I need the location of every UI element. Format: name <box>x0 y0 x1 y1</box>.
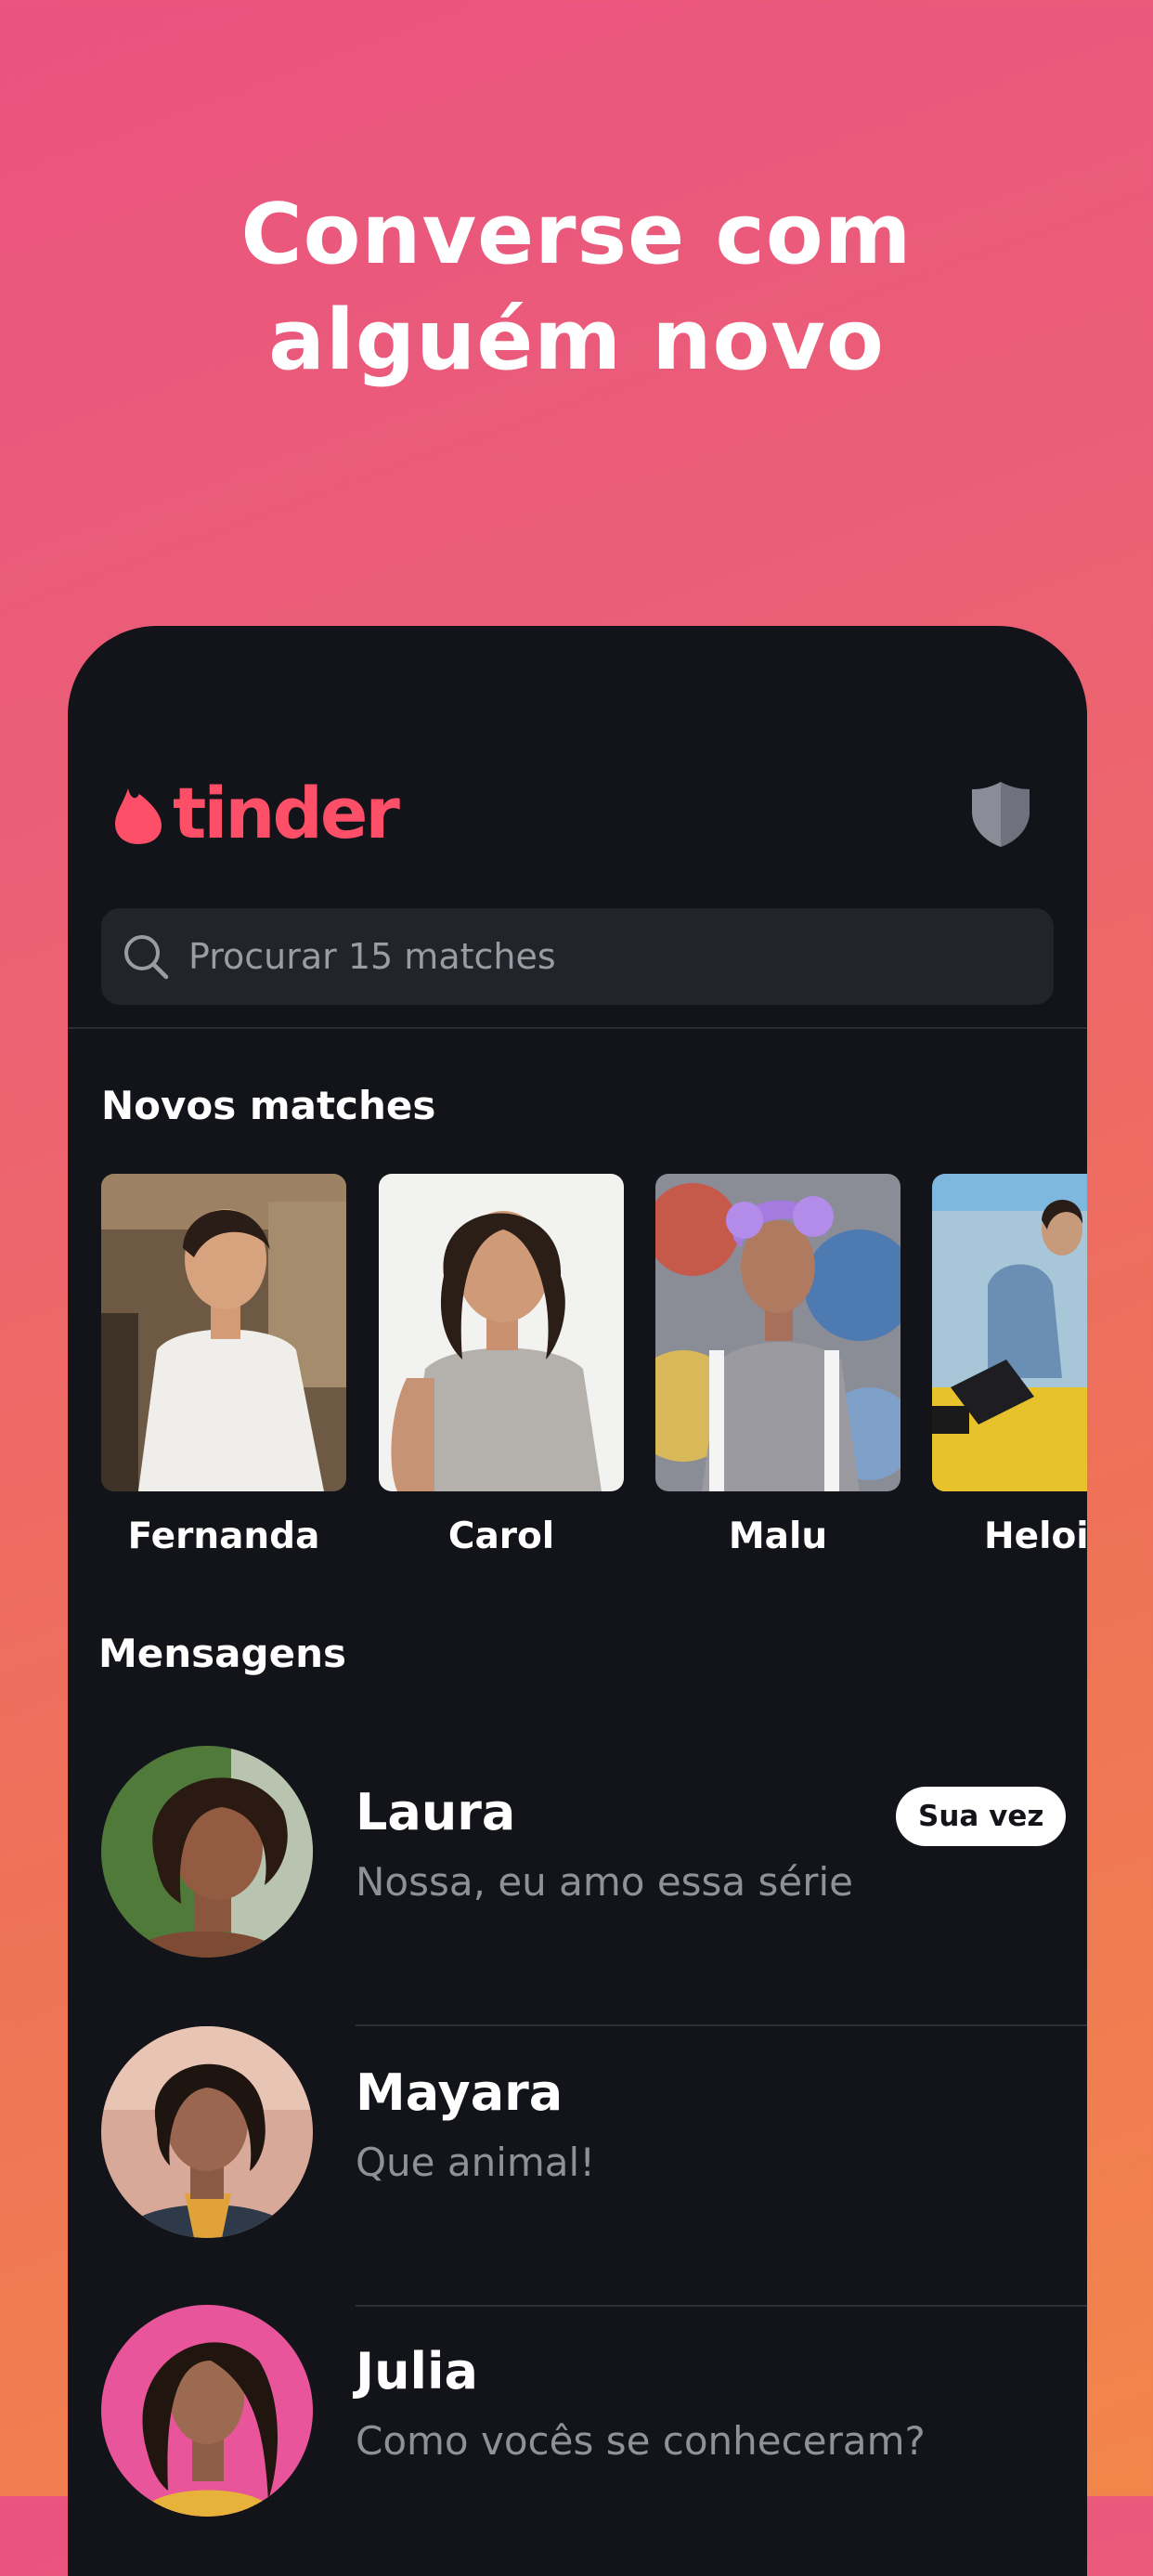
tinder-logo: tinder <box>111 772 400 854</box>
avatar[interactable] <box>101 2026 313 2238</box>
flame-icon <box>115 788 162 844</box>
promo-headline-line2: alguém novo <box>268 292 885 389</box>
match-name: Fernanda <box>127 1516 320 1557</box>
new-matches-title: Novos matches <box>101 1083 436 1128</box>
header-divider <box>68 1027 1087 1029</box>
search-bar[interactable] <box>101 908 1054 1005</box>
match-photo[interactable] <box>101 1174 346 1491</box>
message-sender-name: Mayara <box>356 2063 564 2122</box>
promo-headline-line1: Converse com <box>240 186 913 283</box>
search-icon <box>124 935 169 980</box>
message-preview: Nossa, eu amo essa série <box>356 1859 854 1905</box>
match-card-carol[interactable]: Carol <box>379 1174 624 1557</box>
match-card-malu[interactable]: Malu <box>655 1174 900 1557</box>
match-card-heloisa[interactable]: Heloi <box>932 1174 1087 1557</box>
match-photo[interactable] <box>379 1174 624 1491</box>
phone-screen: tinder Novos matches Fernanda <box>68 626 1087 2576</box>
message-sender-name: Laura <box>356 1783 516 1841</box>
message-row-julia[interactable]: Julia Como vocês se conheceram? <box>68 2305 1087 2576</box>
your-turn-badge: Sua vez <box>896 1787 1067 1846</box>
promo-headline: Converse com alguém novo <box>0 182 1153 394</box>
message-sender-name: Julia <box>356 2342 478 2400</box>
message-row-mayara[interactable]: Mayara Que animal! <box>68 2026 1087 2305</box>
logo-wordmark: tinder <box>173 772 400 854</box>
message-row-laura[interactable]: Laura Sua vez Nossa, eu amo essa série <box>68 1746 1087 2024</box>
message-preview: Como vocês se conheceram? <box>356 2418 926 2464</box>
match-name: Carol <box>447 1516 555 1557</box>
match-name: Heloi <box>984 1516 1087 1557</box>
match-card-fernanda[interactable]: Fernanda <box>101 1174 346 1557</box>
match-photo[interactable] <box>655 1174 900 1491</box>
search-input[interactable] <box>187 935 1007 978</box>
match-photo[interactable] <box>932 1174 1087 1491</box>
avatar[interactable] <box>101 1746 313 1958</box>
match-name: Malu <box>728 1516 828 1557</box>
messages-title: Mensagens <box>98 1631 346 1676</box>
message-preview: Que animal! <box>356 2140 596 2185</box>
shield-icon[interactable] <box>970 780 1031 849</box>
avatar[interactable] <box>101 2305 313 2517</box>
